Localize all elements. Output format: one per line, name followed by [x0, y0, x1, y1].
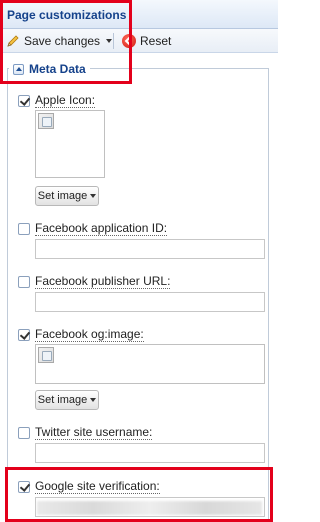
twitter-username-input[interactable] [35, 443, 265, 463]
collapse-up-icon[interactable] [13, 63, 24, 75]
reset-icon [122, 34, 136, 48]
facebook-publisher-url-row: Facebook publisher URL: [18, 274, 171, 289]
broken-image-icon [38, 347, 54, 363]
meta-data-title: Meta Data [29, 62, 86, 76]
broken-image-icon [38, 113, 54, 129]
google-verification-checkbox[interactable] [18, 480, 30, 493]
panel-header: Page customizations [0, 0, 278, 29]
reset-label: Reset [140, 34, 172, 48]
set-image-label: Set image [37, 394, 88, 406]
facebook-publisher-url-label: Facebook publisher URL: [35, 274, 171, 289]
set-image-label: Set image [37, 190, 88, 202]
facebook-og-image-row: Facebook og:image: [18, 327, 144, 342]
page-title: Page customizations [7, 8, 127, 22]
apple-icon-set-image-button[interactable]: Set image [35, 186, 99, 206]
twitter-username-label: Twitter site username: [35, 425, 153, 440]
chevron-down-icon [106, 39, 113, 43]
toolbar: Save changes Reset [0, 29, 278, 53]
apple-icon-label: Apple Icon: [35, 93, 96, 108]
chevron-down-icon [90, 194, 97, 198]
reset-button[interactable]: Reset [122, 32, 171, 50]
facebook-og-image-preview [35, 344, 265, 384]
redacted-value [37, 501, 262, 515]
save-changes-button[interactable]: Save changes [6, 32, 113, 50]
facebook-publisher-url-input[interactable] [35, 292, 265, 312]
facebook-og-image-set-image-button[interactable]: Set image [35, 390, 99, 410]
meta-data-legend[interactable]: Meta Data [9, 61, 90, 77]
apple-icon-checkbox[interactable] [18, 94, 30, 107]
save-changes-label: Save changes [24, 34, 101, 48]
chevron-down-icon [90, 398, 97, 402]
google-verification-row: Google site verification: [18, 479, 160, 494]
apple-icon-preview [35, 110, 105, 178]
facebook-app-id-row: Facebook application ID: [18, 221, 168, 236]
facebook-app-id-checkbox[interactable] [18, 222, 30, 235]
facebook-publisher-url-checkbox[interactable] [18, 275, 30, 288]
pencil-icon [7, 35, 19, 47]
facebook-app-id-label: Facebook application ID: [35, 221, 168, 236]
twitter-username-checkbox[interactable] [18, 426, 30, 439]
toolbar-separator [113, 33, 114, 49]
facebook-og-image-label: Facebook og:image: [35, 327, 144, 342]
twitter-username-row: Twitter site username: [18, 425, 153, 440]
google-verification-label: Google site verification: [35, 479, 160, 494]
facebook-app-id-input[interactable] [35, 239, 265, 259]
apple-icon-row: Apple Icon: [18, 93, 96, 108]
facebook-og-image-checkbox[interactable] [18, 328, 30, 341]
